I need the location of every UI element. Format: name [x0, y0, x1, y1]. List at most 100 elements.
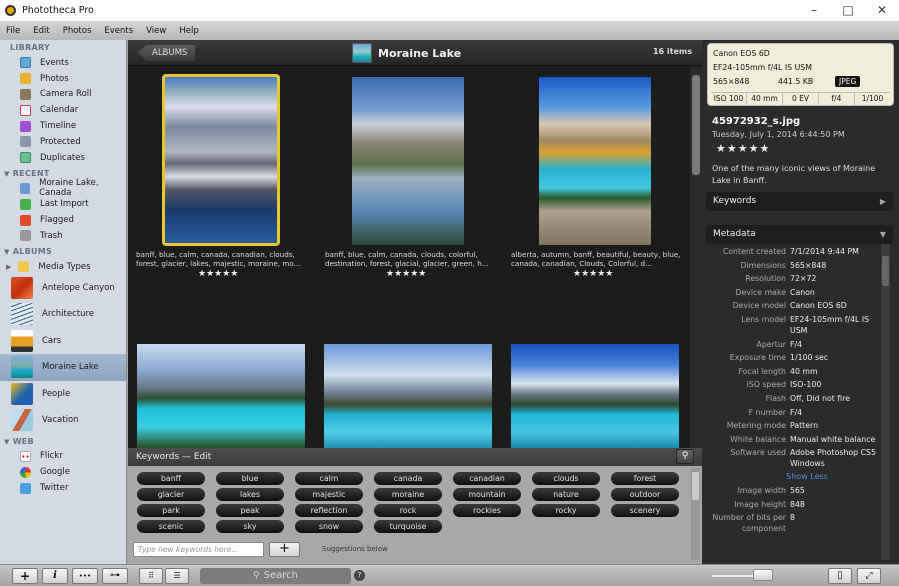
menu-help[interactable]: Help: [179, 26, 198, 36]
sidebar-item-media-types[interactable]: ▶ Media Types: [0, 259, 126, 275]
sidebar-album-people[interactable]: People: [0, 381, 126, 408]
help-icon[interactable]: ?: [354, 570, 365, 581]
metadata-scrollbar[interactable]: [881, 244, 890, 560]
web-header[interactable]: ▼ WEB: [0, 434, 126, 449]
keyword-tag[interactable]: peak: [216, 504, 284, 517]
keyword-tag[interactable]: snow: [295, 520, 363, 533]
keyword-tag[interactable]: lakes: [216, 488, 284, 501]
list-view-button[interactable]: ☰: [165, 568, 189, 584]
photo-thumbnail[interactable]: [324, 344, 492, 448]
expand-triangle-icon[interactable]: ▶: [6, 263, 11, 271]
menu-view[interactable]: View: [146, 26, 166, 36]
sidebar-item-duplicates[interactable]: Duplicates: [0, 150, 126, 166]
albums-header[interactable]: ▼ ALBUMS: [0, 244, 126, 259]
new-keyword-input[interactable]: Type new keywords here...: [133, 542, 264, 557]
grid-view-icon: ⠿: [148, 571, 154, 580]
keyword-tag[interactable]: forest: [611, 472, 679, 485]
keywords-scrollbar[interactable]: [691, 468, 700, 560]
sidebar-item-events[interactable]: Events: [0, 55, 126, 71]
keyword-tag[interactable]: nature: [532, 488, 600, 501]
keyword-tag[interactable]: canadian: [453, 472, 521, 485]
sidebar-item-protected[interactable]: Protected: [0, 134, 126, 150]
scrollbar-thumb[interactable]: [692, 472, 699, 500]
key-button[interactable]: ⊶: [102, 568, 128, 584]
photo-rating[interactable]: ★★★★★: [198, 269, 238, 279]
keyword-tag[interactable]: rock: [374, 504, 442, 517]
sidebar-item-last-import[interactable]: Last Import: [0, 196, 126, 212]
sidebar-album-vacation[interactable]: Vacation: [0, 407, 126, 434]
sidebar-item-twitter[interactable]: Twitter: [0, 480, 126, 496]
menu-edit[interactable]: Edit: [33, 26, 49, 36]
more-button[interactable]: •••: [72, 568, 98, 584]
back-to-albums-button[interactable]: ALBUMS: [138, 45, 196, 61]
photo-thumbnail[interactable]: [162, 74, 280, 246]
keywords-section-toggle[interactable]: Keywords ▶: [706, 192, 893, 211]
scrollbar-thumb[interactable]: [692, 75, 700, 175]
add-button[interactable]: +: [12, 568, 38, 584]
keyword-tag[interactable]: scenery: [611, 504, 679, 517]
info-button[interactable]: i: [42, 568, 68, 584]
sidebar-item-calendar[interactable]: Calendar: [0, 102, 126, 118]
menu-events[interactable]: Events: [104, 26, 133, 36]
menu-file[interactable]: File: [6, 26, 20, 36]
file-name[interactable]: 45972932_s.jpg: [712, 116, 800, 127]
zoom-slider-knob[interactable]: [753, 569, 773, 581]
keyword-tag[interactable]: sky: [216, 520, 284, 533]
add-keyword-button[interactable]: +: [269, 542, 300, 557]
menu-photos[interactable]: Photos: [63, 26, 92, 36]
sidebar-album-cars[interactable]: Cars: [0, 328, 126, 355]
keyword-tag[interactable]: glacier: [137, 488, 205, 501]
collapse-arrow-icon: ▼: [879, 230, 886, 239]
sidebar-item-flagged[interactable]: Flagged: [0, 212, 126, 228]
photo-caption: alberta, autumn, banff, beautiful, beaut…: [511, 250, 681, 268]
sidebar-item-moraine-lake-canada[interactable]: Moraine Lake, Canada: [0, 178, 126, 198]
photo-thumbnail[interactable]: [352, 77, 464, 245]
photo-thumbnail[interactable]: [511, 344, 679, 448]
keyword-tag[interactable]: park: [137, 504, 205, 517]
keyword-tag[interactable]: rockies: [453, 504, 521, 517]
keyword-tag[interactable]: rocky: [532, 504, 600, 517]
photo-grid-scrollbar[interactable]: [690, 67, 702, 448]
album-header: ALBUMS Moraine Lake 16 items: [128, 40, 702, 66]
keyword-tag[interactable]: turquoise: [374, 520, 442, 533]
single-view-button[interactable]: ▯: [828, 568, 852, 584]
album-thumbnail: [11, 409, 33, 432]
photo-rating[interactable]: ★★★★★: [386, 269, 426, 279]
keyword-tag[interactable]: moraine: [374, 488, 442, 501]
photo-rating[interactable]: ★★★★★: [716, 142, 770, 155]
photo-thumbnail[interactable]: [539, 77, 651, 245]
keyword-tag[interactable]: banff: [137, 472, 205, 485]
metadata-section-toggle[interactable]: Metadata ▼: [706, 225, 893, 244]
scrollbar-thumb[interactable]: [882, 256, 889, 286]
sidebar-album-antelope-canyon[interactable]: Antelope Canyon: [0, 275, 126, 302]
sidebar-item-trash[interactable]: Trash: [0, 228, 126, 244]
photo-rating[interactable]: ★★★★★: [573, 269, 613, 279]
keyword-tag[interactable]: reflection: [295, 504, 363, 517]
fullscreen-button[interactable]: ⤢: [857, 568, 881, 584]
sidebar-item-flickr[interactable]: •• Flickr: [0, 449, 126, 465]
maximize-button[interactable]: □: [831, 0, 865, 21]
metadata-key: Lens model: [741, 314, 786, 324]
sidebar-item-camera-roll[interactable]: Camera Roll: [0, 87, 126, 103]
search-field[interactable]: ⚲ Search: [200, 568, 351, 584]
keyword-tag[interactable]: calm: [295, 472, 363, 485]
sidebar-album-architecture[interactable]: Architecture: [0, 301, 126, 328]
keyword-tag[interactable]: majestic: [295, 488, 363, 501]
keyword-tag[interactable]: clouds: [532, 472, 600, 485]
keyword-tag[interactable]: canada: [374, 472, 442, 485]
sidebar-item-timeline[interactable]: Timeline: [0, 118, 126, 134]
keyword-search-button[interactable]: ⚲: [676, 449, 694, 464]
grid-view-button[interactable]: ⠿: [139, 568, 163, 584]
sidebar-album-moraine-lake[interactable]: Moraine Lake: [0, 354, 126, 381]
show-less-link[interactable]: Show Less: [706, 472, 878, 481]
sidebar-item-google[interactable]: Google: [0, 464, 126, 480]
keyword-tag[interactable]: blue: [216, 472, 284, 485]
close-button[interactable]: ✕: [865, 0, 899, 21]
minimize-button[interactable]: –: [797, 0, 831, 21]
keyword-tag[interactable]: mountain: [453, 488, 521, 501]
photo-description[interactable]: One of the many iconic views of Moraine …: [712, 163, 892, 187]
photo-thumbnail[interactable]: [137, 344, 305, 448]
sidebar-item-photos[interactable]: Photos: [0, 71, 126, 87]
keyword-tag[interactable]: scenic: [137, 520, 205, 533]
keyword-tag[interactable]: outdoor: [611, 488, 679, 501]
